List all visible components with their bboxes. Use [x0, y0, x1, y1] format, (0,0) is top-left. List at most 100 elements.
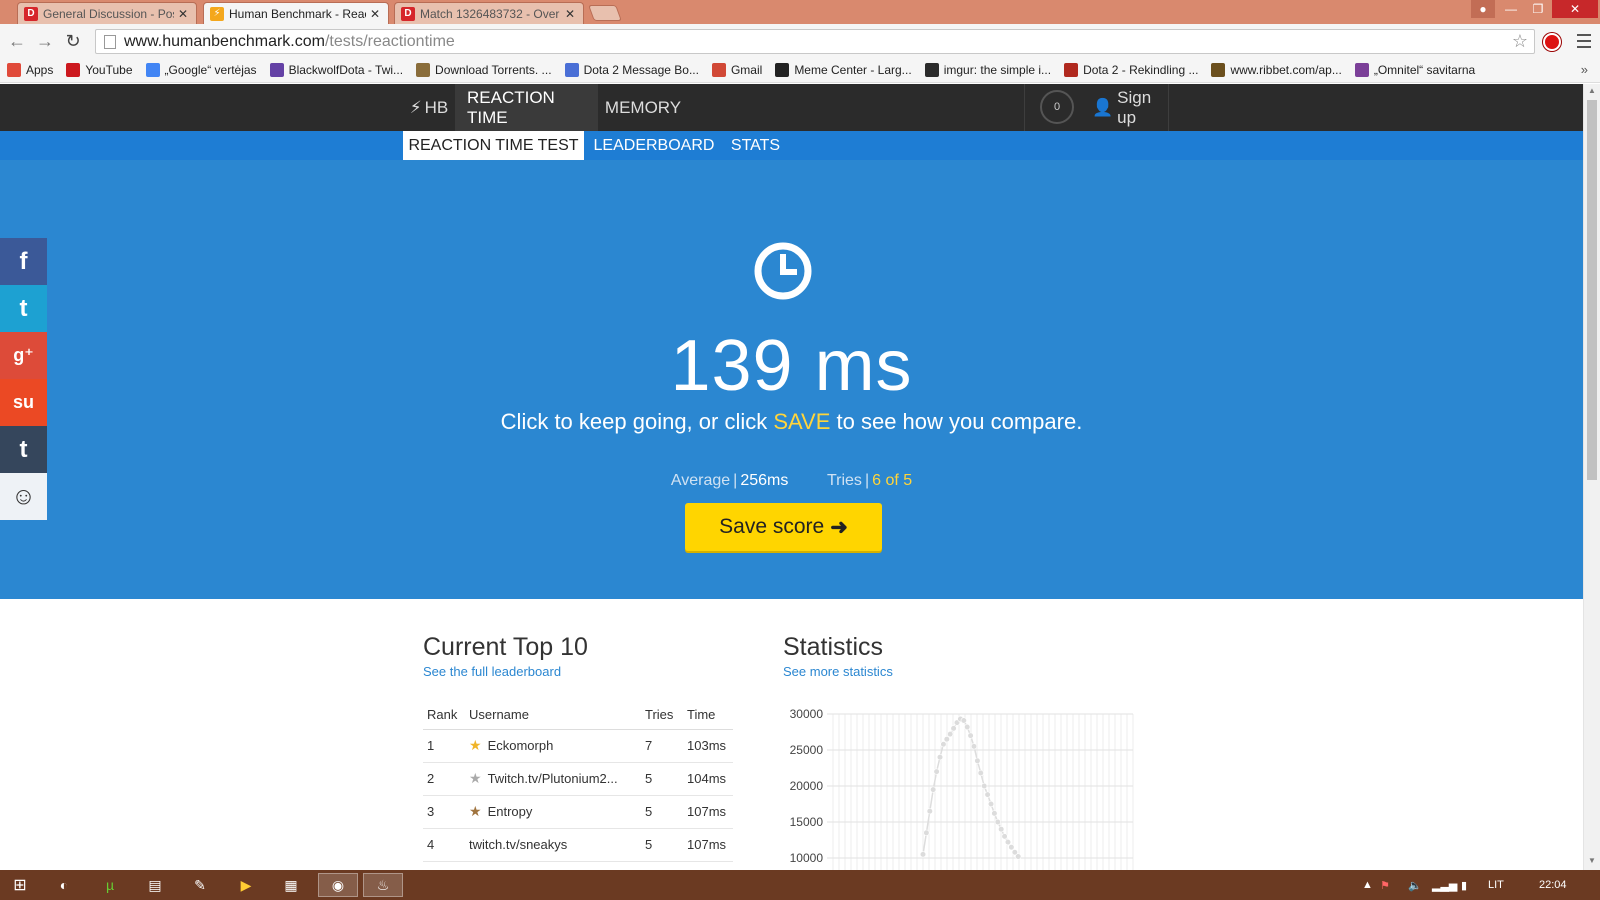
- more-statistics-link[interactable]: See more statistics: [783, 664, 893, 679]
- browser-toolbar: ← → ↻ www.humanbenchmark.com/tests/react…: [0, 24, 1600, 58]
- bookmark-item[interactable]: imgur: the simple i...: [924, 63, 1051, 77]
- nav-item-reaction-time[interactable]: REACTION TIME: [455, 84, 598, 131]
- bookmark-favicon-icon: [924, 63, 939, 77]
- rank-cell: 3: [423, 795, 465, 829]
- time-cell: 107ms: [683, 828, 733, 862]
- volume-icon[interactable]: 🔈: [1408, 870, 1422, 900]
- tray-overflow-icon[interactable]: ▲: [1362, 870, 1373, 900]
- bookmark-item[interactable]: BlackwolfDota - Twi...: [269, 63, 403, 77]
- chart-point: [1001, 833, 1008, 840]
- chart-point: [936, 754, 944, 761]
- star-icon: ★: [469, 737, 482, 753]
- table-row[interactable]: 1 ★ Eckomorph 7 103ms: [423, 729, 733, 763]
- reddit-share-icon[interactable]: ☺: [0, 473, 47, 520]
- reload-icon[interactable]: ↻: [62, 30, 84, 52]
- scroll-down-icon[interactable]: ▼: [1588, 857, 1596, 865]
- network-signal-icon[interactable]: ▂▃▅: [1432, 870, 1457, 900]
- bookmark-item[interactable]: Gmail: [711, 63, 762, 77]
- instruction-part: to see how you compare.: [830, 409, 1083, 434]
- close-window-icon[interactable]: ✕: [1552, 0, 1598, 18]
- nav-signup-button[interactable]: 👤 Sign up: [1080, 84, 1168, 131]
- full-leaderboard-link[interactable]: See the full leaderboard: [423, 664, 561, 679]
- table-row[interactable]: 3 ★ Entropy 5 107ms: [423, 795, 733, 829]
- browser-tab-match[interactable]: D Match 1326483732 - Over ✕: [394, 2, 584, 24]
- save-score-button[interactable]: Save score ➜: [685, 503, 882, 551]
- tab-reaction-time-test[interactable]: REACTION TIME TEST: [403, 131, 584, 160]
- bookmark-item[interactable]: www.ribbet.com/ap...: [1211, 63, 1342, 77]
- address-bar[interactable]: www.humanbenchmark.com/tests/reactiontim…: [95, 29, 1535, 54]
- new-tab-button[interactable]: [588, 5, 622, 21]
- browser-tab-general-discussion[interactable]: D General Discussion - Post ✕: [17, 2, 197, 24]
- nav-item-memory[interactable]: MEMORY: [598, 84, 688, 131]
- tab-leaderboard[interactable]: LEADERBOARD: [585, 131, 723, 160]
- bookmark-star-icon[interactable]: ☆: [1512, 31, 1528, 52]
- statistics-chart: 30000 25000 20000 15000 10000: [790, 707, 1134, 870]
- browser-tab-human-benchmark[interactable]: ⚡ Human Benchmark - Reac ✕: [203, 2, 389, 24]
- scroll-up-icon[interactable]: ▲: [1588, 87, 1596, 95]
- extension-icon[interactable]: [1543, 33, 1561, 51]
- page-scrollbar[interactable]: ▲ ▼: [1583, 84, 1600, 870]
- nav-divider: [1168, 84, 1169, 131]
- tab-close-icon[interactable]: ✕: [565, 7, 577, 21]
- forward-arrow-icon[interactable]: →: [34, 30, 56, 52]
- steam-taskbar-icon[interactable]: ♨: [363, 873, 403, 897]
- score-badge[interactable]: 0: [1040, 90, 1074, 124]
- googleplus-share-icon[interactable]: g⁺: [0, 332, 47, 379]
- utorrent-icon[interactable]: µ: [98, 873, 122, 897]
- app-icon-c[interactable]: ◐: [52, 873, 76, 897]
- chart-point: [943, 736, 950, 743]
- reaction-time-result: 139 ms: [670, 326, 913, 406]
- bookmark-item[interactable]: YouTube: [66, 63, 133, 77]
- url-path: /tests/reactiontime: [324, 32, 455, 50]
- media-player-icon[interactable]: ▶: [234, 873, 258, 897]
- bookmark-item[interactable]: Download Torrents. ...: [416, 63, 552, 77]
- bookmark-item[interactable]: Dota 2 - Rekindling ...: [1064, 63, 1198, 77]
- tab-close-icon[interactable]: ✕: [370, 7, 382, 21]
- user-profile-icon[interactable]: ●: [1471, 0, 1495, 18]
- stat-divider: |: [864, 472, 870, 489]
- back-arrow-icon[interactable]: ←: [6, 30, 28, 52]
- browser-tabstrip: D General Discussion - Post ✕ ⚡ Human Be…: [0, 0, 1600, 24]
- minimize-window-icon[interactable]: —: [1497, 0, 1525, 18]
- battery-icon[interactable]: ▮: [1461, 870, 1467, 900]
- column-header-time: Time: [683, 701, 733, 730]
- action-center-flag-icon[interactable]: ⚑: [1380, 870, 1390, 900]
- stumbleupon-share-icon[interactable]: su: [0, 379, 47, 426]
- scrollbar-thumb[interactable]: [1587, 100, 1597, 480]
- app-icon-document[interactable]: ▤: [143, 873, 167, 897]
- table-row[interactable]: 2 ★ Twitch.tv/Plutonium2... 5 104ms: [423, 762, 733, 796]
- bookmarks-bar: Apps YouTube „Google“ vertėjas BlackwolfDot…: [0, 58, 1600, 83]
- chrome-taskbar-icon[interactable]: ◉: [318, 873, 358, 897]
- tumblr-share-icon[interactable]: t: [0, 426, 47, 473]
- keyboard-language[interactable]: LIT: [1488, 870, 1504, 900]
- bookmarks-overflow-icon[interactable]: »: [1581, 62, 1588, 77]
- chart-point: [994, 818, 1001, 826]
- calculator-icon[interactable]: ▦: [279, 873, 303, 897]
- tab-title: General Discussion - Post: [43, 6, 174, 21]
- chart-point: [947, 731, 954, 738]
- tab-stats[interactable]: STATS: [723, 131, 788, 160]
- bookmark-item[interactable]: Apps: [7, 63, 53, 77]
- tries-cell: 5: [641, 762, 683, 796]
- bookmark-item[interactable]: „Omnitel“ savitarna: [1354, 63, 1475, 77]
- bookmark-item[interactable]: Meme Center - Larg...: [775, 63, 912, 77]
- nav-brand-hb[interactable]: ⚡ HB: [403, 84, 455, 131]
- system-clock[interactable]: 22:04: [1539, 870, 1567, 900]
- tab-close-icon[interactable]: ✕: [178, 7, 190, 21]
- chart-point: [991, 810, 998, 817]
- facebook-share-icon[interactable]: f: [0, 238, 47, 285]
- twitter-share-icon[interactable]: t: [0, 285, 47, 332]
- restore-window-icon[interactable]: ❐: [1525, 0, 1551, 18]
- username-cell: twitch.tv/sneakys: [465, 828, 641, 862]
- app-icon-paint[interactable]: ✎: [188, 873, 212, 897]
- windows-start-icon[interactable]: ⊞: [8, 873, 32, 897]
- bookmark-favicon-icon: [416, 63, 431, 77]
- clock-icon: [754, 242, 812, 300]
- bookmark-item[interactable]: „Google“ vertėjas: [145, 63, 257, 77]
- bookmark-item[interactable]: Dota 2 Message Bo...: [564, 63, 699, 77]
- chrome-menu-icon[interactable]: [1577, 34, 1591, 48]
- reaction-test-area[interactable]: 139 ms Click to keep going, or click SAV…: [0, 160, 1583, 599]
- bookmark-favicon-icon: [1354, 63, 1369, 77]
- table-row[interactable]: 4 twitch.tv/sneakys 5 107ms: [423, 828, 733, 862]
- bookmark-favicon-icon: [775, 63, 790, 77]
